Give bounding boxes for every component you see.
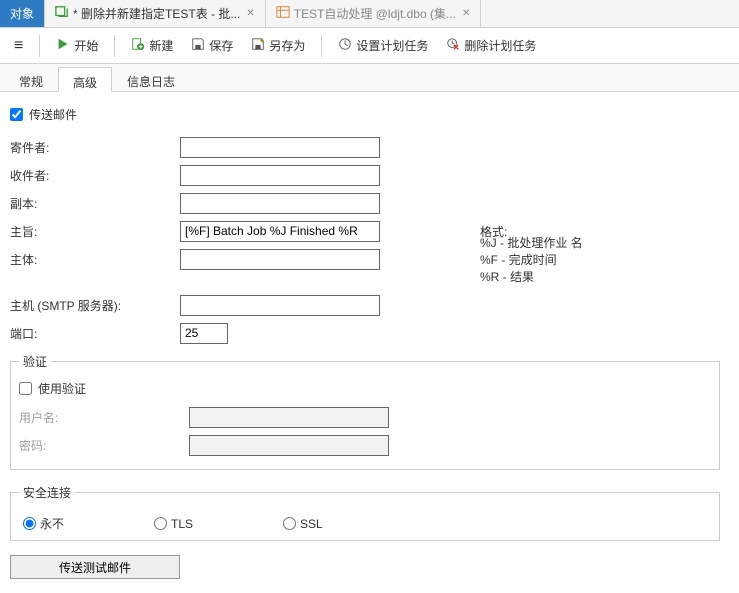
radio-ssl[interactable]: SSL <box>283 517 323 531</box>
delete-schedule-button[interactable]: 删除计划任务 <box>438 33 544 58</box>
tab-auto[interactable]: TEST自动处理 @ldjt.dbo (集... ✕ <box>266 0 482 27</box>
table-icon <box>276 5 290 22</box>
new-icon <box>131 37 145 54</box>
subtab-log[interactable]: 信息日志 <box>112 66 190 91</box>
send-test-button[interactable]: 传送测试邮件 <box>10 555 180 579</box>
security-fieldset: 安全连接 永不 TLS SSL <box>10 484 720 541</box>
button-label: 另存为 <box>269 37 305 54</box>
cc-label: 副本: <box>10 195 180 212</box>
tab-label: 对象 <box>10 5 34 22</box>
use-auth-label: 使用验证 <box>38 380 86 397</box>
to-input[interactable] <box>180 165 380 186</box>
new-button[interactable]: 新建 <box>123 33 181 58</box>
password-input <box>189 435 389 456</box>
from-label: 寄件者: <box>10 139 180 156</box>
tab-objects[interactable]: 对象 <box>0 0 45 27</box>
close-icon[interactable]: ✕ <box>462 8 470 19</box>
clock-delete-icon <box>446 37 460 54</box>
saveas-icon <box>251 37 265 54</box>
auth-fieldset: 验证 使用验证 用户名: 密码: <box>10 353 720 470</box>
button-label: 新建 <box>149 37 173 54</box>
subtab-advanced[interactable]: 高级 <box>58 67 112 92</box>
username-label: 用户名: <box>19 409 189 426</box>
auth-legend: 验证 <box>19 353 51 370</box>
tab-label: * 删除并新建指定TEST表 - 批... <box>73 5 240 22</box>
save-button[interactable]: 保存 <box>183 33 241 58</box>
port-label: 端口: <box>10 325 180 342</box>
body-label: 主体: <box>10 251 180 268</box>
play-icon <box>56 37 70 54</box>
format-r: %R - 结果 <box>480 268 583 285</box>
host-input[interactable] <box>180 295 380 316</box>
close-icon[interactable]: ✕ <box>246 8 254 19</box>
format-f: %F - 完成时间 <box>480 251 583 268</box>
format-j: %J - 批处理作业 名 <box>480 234 583 251</box>
from-input[interactable] <box>180 137 380 158</box>
button-label: 删除计划任务 <box>464 37 536 54</box>
tab-label: TEST自动处理 @ldjt.dbo (集... <box>294 5 456 22</box>
host-label: 主机 (SMTP 服务器): <box>10 297 180 314</box>
cc-input[interactable] <box>180 193 380 214</box>
radio-never[interactable]: 永不 <box>23 515 64 532</box>
send-mail-checkbox[interactable] <box>10 108 23 121</box>
start-button[interactable]: 开始 <box>48 33 106 58</box>
clock-icon <box>338 37 352 54</box>
menu-icon[interactable]: ≡ <box>6 37 31 55</box>
port-input[interactable] <box>180 323 228 344</box>
subtab-general[interactable]: 常规 <box>4 66 58 91</box>
username-input <box>189 407 389 428</box>
tab-batch-job[interactable]: * 删除并新建指定TEST表 - 批... ✕ <box>45 0 266 27</box>
body-input[interactable] <box>180 249 380 270</box>
button-label: 保存 <box>209 37 233 54</box>
password-label: 密码: <box>19 437 189 454</box>
batch-icon <box>55 5 69 22</box>
security-legend: 安全连接 <box>19 484 75 501</box>
radio-tls[interactable]: TLS <box>154 517 193 531</box>
send-mail-label: 传送邮件 <box>29 106 77 123</box>
save-icon <box>191 37 205 54</box>
schedule-button[interactable]: 设置计划任务 <box>330 33 436 58</box>
use-auth-checkbox[interactable] <box>19 382 32 395</box>
button-label: 开始 <box>74 37 98 54</box>
saveas-button[interactable]: 另存为 <box>243 33 313 58</box>
to-label: 收件者: <box>10 167 180 184</box>
button-label: 设置计划任务 <box>356 37 428 54</box>
subject-input[interactable] <box>180 221 380 242</box>
subject-label: 主旨: <box>10 223 180 240</box>
